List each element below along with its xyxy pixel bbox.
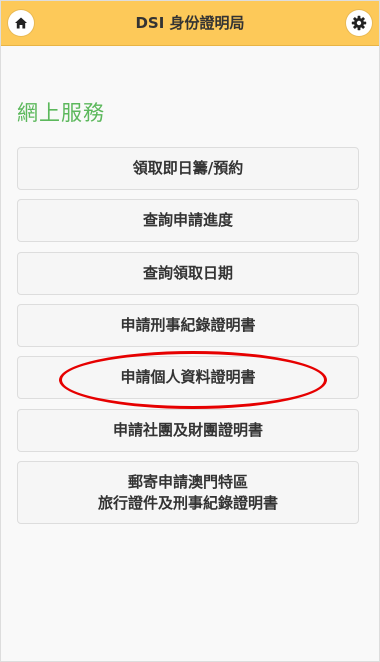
- settings-button[interactable]: [346, 10, 372, 36]
- menu-button-application-progress[interactable]: 查詢申請進度: [17, 199, 359, 242]
- menu-button-label-line1: 郵寄申請澳門特區: [127, 472, 248, 491]
- menu-button-postal-application[interactable]: 郵寄申請澳門特區 旅行證件及刑事紀錄證明書: [17, 461, 359, 524]
- menu-button-label: 查詢申請進度: [142, 211, 233, 229]
- page-title: DSI 身份證明局: [135, 14, 245, 32]
- menu-button-personal-data-certificate[interactable]: 申請個人資料證明書: [17, 356, 359, 399]
- menu-button-label: 申請個人資料證明書: [120, 368, 256, 386]
- menu-button-label-line2: 旅行證件及刑事紀錄證明書: [97, 493, 278, 512]
- menu-button-criminal-record-certificate[interactable]: 申請刑事紀錄證明書: [17, 304, 359, 347]
- section-title: 網上服務: [17, 101, 105, 125]
- menu-button-label: 領取即日籌/預約: [132, 159, 244, 177]
- app-frame: DSI 身份證明局 網上服務 領取即日籌/預約 查詢申請進度 查詢領取日期 申請…: [0, 0, 380, 662]
- menu-button-collection-date[interactable]: 查詢領取日期: [17, 252, 359, 295]
- menu-button-label: 申請刑事紀錄證明書: [120, 316, 256, 334]
- menu-button-label: 查詢領取日期: [142, 264, 233, 282]
- gear-icon: [351, 15, 367, 31]
- menu-button-ticket-reservation[interactable]: 領取即日籌/預約: [17, 147, 359, 190]
- menu-button-label: 申請社團及財團證明書: [112, 421, 263, 439]
- app-header: DSI 身份證明局: [1, 1, 379, 46]
- menu-button-association-certificate[interactable]: 申請社團及財團證明書: [17, 409, 359, 452]
